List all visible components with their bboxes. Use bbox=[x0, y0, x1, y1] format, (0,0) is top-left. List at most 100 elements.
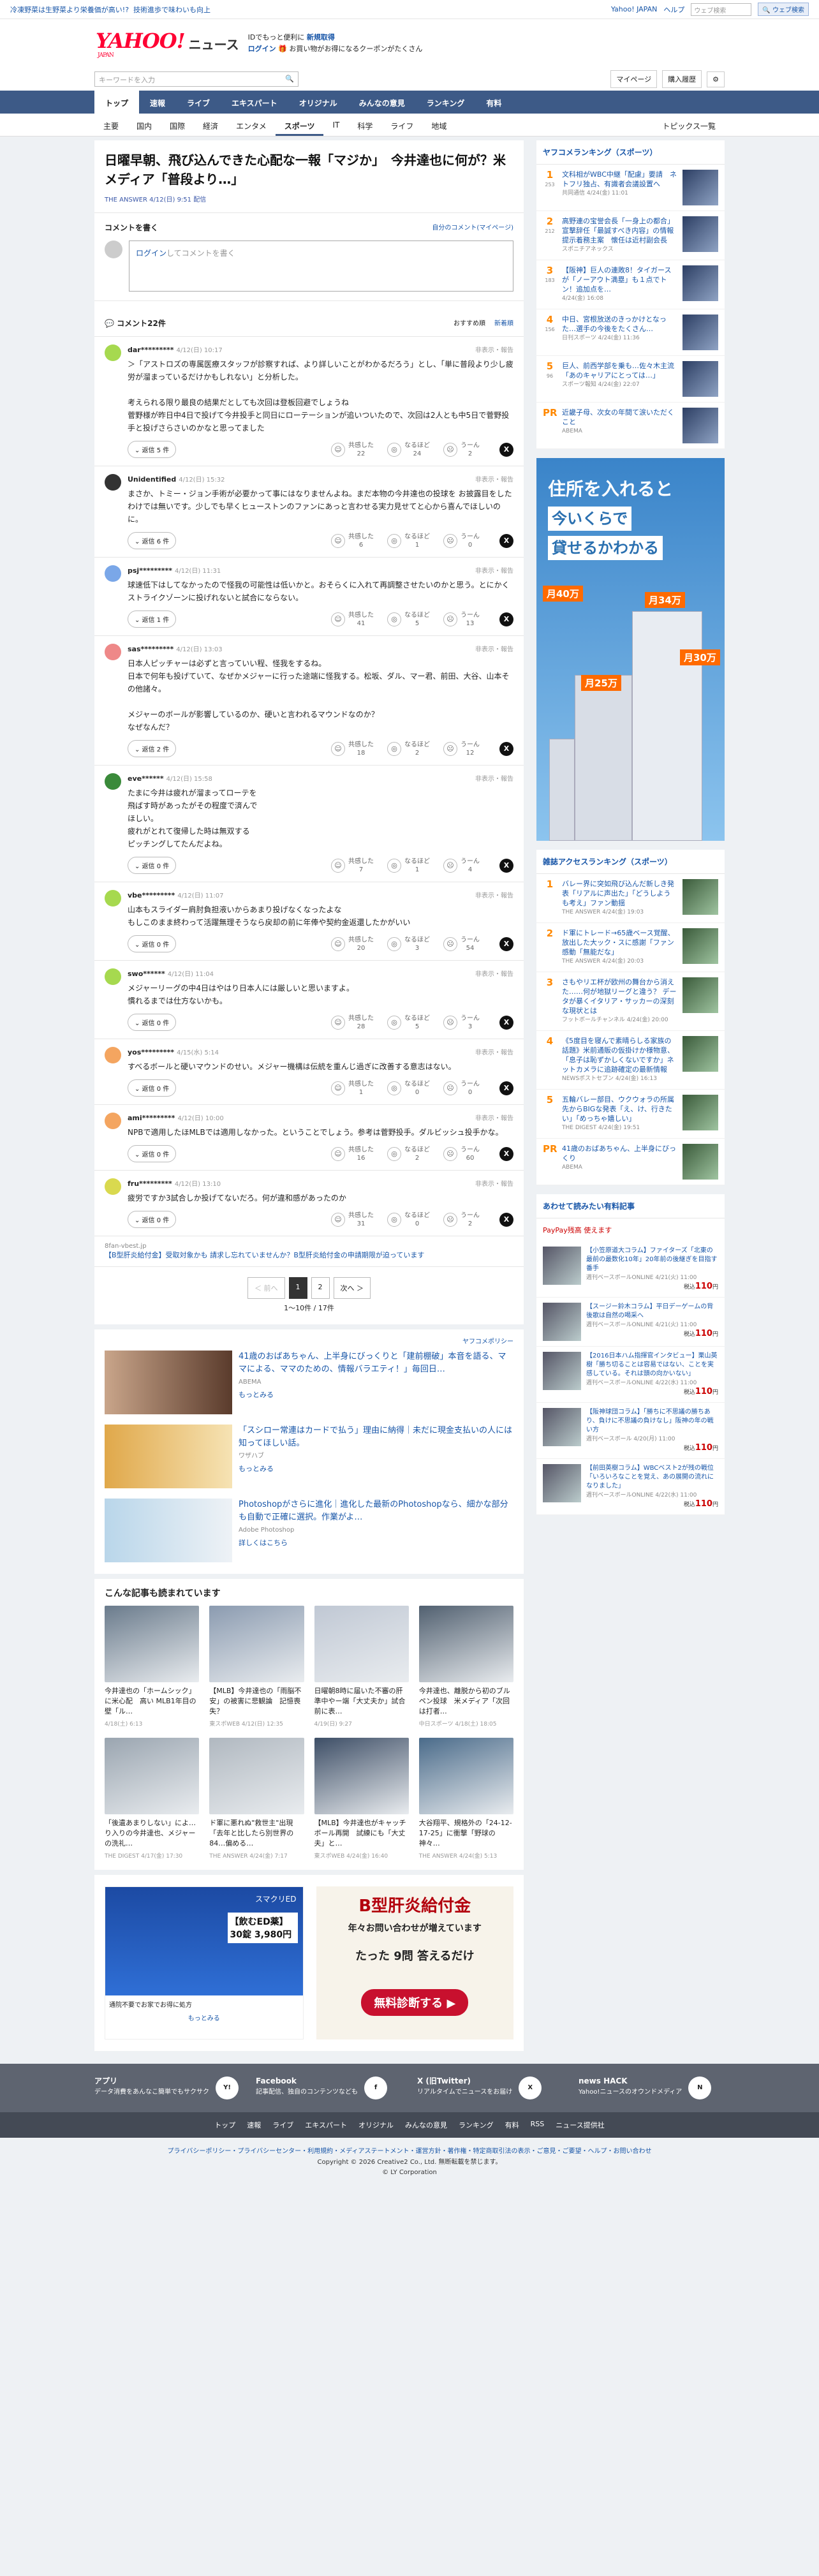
hmm-button[interactable]: ☹ うーん 60 bbox=[443, 1146, 493, 1162]
help-link[interactable]: ヘルプ bbox=[663, 4, 684, 15]
hmm-button[interactable]: ☹ うーん 54 bbox=[443, 936, 493, 952]
share-x-icon[interactable]: X bbox=[499, 741, 513, 756]
nav-breaking[interactable]: 速報 bbox=[139, 91, 176, 114]
subnav-science[interactable]: 科学 bbox=[348, 114, 381, 136]
reply-button[interactable]: ⌄ 返信 0 件 bbox=[128, 1145, 177, 1162]
nav-original[interactable]: オリジナル bbox=[288, 91, 348, 114]
ranking-item[interactable]: 5 96 巨人、前西学部を乗も…佐々木主流「あのキャリアにとっては…」 スポーツ報知 … bbox=[536, 356, 725, 403]
hide-report-link[interactable]: 非表示・報告 bbox=[475, 1178, 513, 1188]
sort-recommended[interactable]: おすすめ順 bbox=[454, 318, 485, 329]
reply-button[interactable]: ⌄ 返信 6 件 bbox=[128, 532, 177, 549]
related-card[interactable]: 【MLB】今井達也がキャッチボール再開 試練にも「大丈夫」と… 東スポWEB 4/… bbox=[314, 1738, 409, 1860]
empathy-button[interactable]: ☺ 共感した 20 bbox=[331, 936, 381, 952]
web-search-button[interactable]: 🔍 ウェブ検索 bbox=[758, 3, 809, 16]
insight-button[interactable]: ◎ なるほど 1 bbox=[387, 857, 437, 874]
subnav-sports[interactable]: スポーツ bbox=[275, 114, 324, 136]
footer-nav-item[interactable]: ランキング bbox=[459, 2120, 494, 2130]
insight-button[interactable]: ◎ なるほど 1 bbox=[387, 533, 437, 549]
reply-button[interactable]: ⌄ 返信 0 件 bbox=[128, 1211, 177, 1228]
share-x-icon[interactable]: X bbox=[499, 442, 513, 457]
yahoo-logo[interactable]: YAHOO! JAPAN bbox=[96, 29, 186, 59]
ad-ed[interactable]: スマクリED 【飲むED薬】30錠 3,980円 通院不要でお家でお得に処方 も… bbox=[105, 1886, 304, 2039]
hmm-button[interactable]: ☹ うーん 0 bbox=[443, 533, 493, 549]
policy-link[interactable]: ヤフコメポリシー bbox=[105, 1336, 513, 1345]
hmm-button[interactable]: ☹ うーん 2 bbox=[443, 1211, 493, 1228]
footer-app-link[interactable]: X (旧Twitter) リアルタイムでニュースをお届け X bbox=[417, 2076, 563, 2099]
comment-username[interactable]: eve****** bbox=[128, 774, 164, 783]
nav-ranking[interactable]: ランキング bbox=[416, 91, 476, 114]
related-card[interactable]: 今井達也、離脱から初のブルペン投球 米メディア「次回は打者… 中日スポーツ 4/1… bbox=[418, 1606, 513, 1728]
footer-nav-item[interactable]: ニュース提供社 bbox=[556, 2120, 604, 2130]
insight-button[interactable]: ◎ なるほど 3 bbox=[387, 936, 437, 952]
empathy-button[interactable]: ☺ 共感した 7 bbox=[331, 857, 381, 874]
insight-button[interactable]: ◎ なるほど 24 bbox=[387, 441, 437, 458]
ad-item[interactable]: 41歳のおばあちゃん、上半身にびっくりと「建前棚破」本音を語る、ママによる、ママ… bbox=[105, 1345, 513, 1419]
ranking-item[interactable]: 4 156 中日、宮根放送のきっかけとなった…選手の今後をたくさん… 日刊スポーツ 4… bbox=[536, 309, 725, 356]
hmm-button[interactable]: ☹ うーん 12 bbox=[443, 741, 493, 757]
nav-paid[interactable]: 有料 bbox=[475, 91, 512, 114]
login-link[interactable]: ログイン bbox=[136, 249, 166, 258]
footer-nav-item[interactable]: RSS bbox=[531, 2120, 545, 2130]
insight-button[interactable]: ◎ なるほど 2 bbox=[387, 1146, 437, 1162]
share-x-icon[interactable]: X bbox=[499, 1146, 513, 1161]
footer-nav-item[interactable]: みんなの意見 bbox=[405, 2120, 447, 2130]
insight-button[interactable]: ◎ なるほど 2 bbox=[387, 741, 437, 757]
ranking-item[interactable]: 5 五輪バレー部目、ウクウォラの所属先からBIGな発表「え、け、行きたい」「めっち… bbox=[536, 1090, 725, 1139]
hmm-button[interactable]: ☹ うーん 2 bbox=[443, 441, 493, 458]
nav-top[interactable]: トップ bbox=[94, 91, 140, 114]
hmm-button[interactable]: ☹ うーん 3 bbox=[443, 1014, 493, 1031]
footer-links[interactable]: プライバシーポリシー・プライバシーセンター・利用規約・メディアステートメント・運… bbox=[0, 2138, 819, 2158]
ranking-item[interactable]: PR 近畿子母、次女の年間て涙いただくこと ABEMA bbox=[536, 403, 725, 449]
footer-app-link[interactable]: アプリ データ消費をあんなこ簡単でもサクサク Y! bbox=[94, 2076, 240, 2099]
reply-button[interactable]: ⌄ 返信 2 件 bbox=[128, 740, 177, 757]
nav-expert[interactable]: エキスパート bbox=[221, 91, 288, 114]
related-card[interactable]: 【MLB】今井達也の「雨脳不安」の被害に悲観論 記憶喪失？ 東スポWEB 4/12… bbox=[209, 1606, 304, 1728]
paid-article-item[interactable]: 【前田英樹コラム】WBCベスト2が残の戦位「いろいろなことを覚え、あの展開の流れ… bbox=[536, 1459, 725, 1515]
insight-button[interactable]: ◎ なるほど 5 bbox=[387, 1014, 437, 1031]
nav-opinions[interactable]: みんなの意見 bbox=[348, 91, 416, 114]
comment-username[interactable]: fru********* bbox=[128, 1180, 172, 1188]
article-title[interactable]: 日曜早朝、飛び込んできた心配な一報「マジか」 今井達也に何が？米メディア「普段よ… bbox=[94, 140, 524, 194]
login-link[interactable]: ログイン bbox=[248, 45, 276, 53]
share-x-icon[interactable]: X bbox=[499, 612, 513, 626]
ranking-item[interactable]: 3 183 【阪神】巨人の連敗8！タイガースが「ノーアウト満塁」も１点でトン！追加点… bbox=[536, 260, 725, 309]
rental-ad[interactable]: 住所を入れると 今いくらで 貸せるかわかる 月40万 月34万 月25万 月30万 bbox=[536, 458, 725, 841]
hmm-button[interactable]: ☹ うーん 0 bbox=[443, 1080, 493, 1097]
hide-report-link[interactable]: 非表示・報告 bbox=[475, 968, 513, 978]
article-meta[interactable]: THE ANSWER 4/12(日) 9:51 配信 bbox=[94, 194, 524, 213]
empathy-button[interactable]: ☺ 共感した 18 bbox=[331, 741, 381, 757]
reply-button[interactable]: ⌄ 返信 1 件 bbox=[128, 611, 177, 628]
promo-link-2[interactable]: 技術進歩で味わいも向上 bbox=[133, 4, 210, 15]
comment-textarea[interactable]: ログインしてコメントを書く bbox=[129, 241, 513, 292]
related-card[interactable]: ド軍に悪れぬ"救世主"出現「去年と比したら別世界の84…偏める… THE ANSW… bbox=[209, 1738, 304, 1860]
subnav-it[interactable]: IT bbox=[323, 114, 348, 136]
ranking-item[interactable]: 2 212 高野連の宝誉会長「一身上の都合」宣撃辞任「最誠すべき内容」の情報提示着務… bbox=[536, 211, 725, 260]
empathy-button[interactable]: ☺ 共感した 41 bbox=[331, 611, 381, 628]
subnav-entertainment[interactable]: エンタメ bbox=[227, 114, 276, 136]
empathy-button[interactable]: ☺ 共感した 6 bbox=[331, 533, 381, 549]
footer-nav-item[interactable]: エキスパート bbox=[305, 2120, 347, 2130]
news-logo-text[interactable]: ニュース bbox=[189, 34, 239, 53]
footer-nav-item[interactable]: トップ bbox=[214, 2120, 235, 2130]
comment-username[interactable]: yos********* bbox=[128, 1048, 174, 1056]
hmm-button[interactable]: ☹ うーん 13 bbox=[443, 611, 493, 628]
subnav-international[interactable]: 国際 bbox=[161, 114, 194, 136]
comment-username[interactable]: Unidentified bbox=[128, 475, 176, 484]
reply-button[interactable]: ⌄ 返信 0 件 bbox=[128, 1014, 177, 1031]
reply-button[interactable]: ⌄ 返信 5 件 bbox=[128, 441, 177, 458]
news-search-input[interactable]: キーワードを入力 🔍 bbox=[94, 71, 299, 87]
signup-link[interactable]: 新規取得 bbox=[307, 33, 335, 41]
footer-nav-item[interactable]: ライブ bbox=[272, 2120, 293, 2130]
comment-username[interactable]: vbe********* bbox=[128, 891, 175, 899]
hide-report-link[interactable]: 非表示・報告 bbox=[475, 644, 513, 653]
insight-button[interactable]: ◎ なるほど 0 bbox=[387, 1080, 437, 1097]
hide-report-link[interactable]: 非表示・報告 bbox=[475, 1047, 513, 1056]
ranking-item[interactable]: 1 253 文科相がWBC中継「配慮」要請 ネトフリ独占、有識者会議設置へ 共同通信 … bbox=[536, 165, 725, 211]
footer-nav-item[interactable]: 有料 bbox=[505, 2120, 519, 2130]
paid-article-item[interactable]: 【小笠原道大コラム】ファイターズ「北東の最前の最数化10年」20年前の後継ぎを目… bbox=[536, 1241, 725, 1298]
share-x-icon[interactable]: X bbox=[499, 858, 513, 873]
empathy-button[interactable]: ☺ 共感した 31 bbox=[331, 1211, 381, 1228]
footer-app-link[interactable]: Facebook 記事配信、独自のコンテンツなども f bbox=[256, 2076, 402, 2099]
empathy-button[interactable]: ☺ 共感した 1 bbox=[331, 1080, 381, 1097]
empathy-button[interactable]: ☺ 共感した 16 bbox=[331, 1146, 381, 1162]
